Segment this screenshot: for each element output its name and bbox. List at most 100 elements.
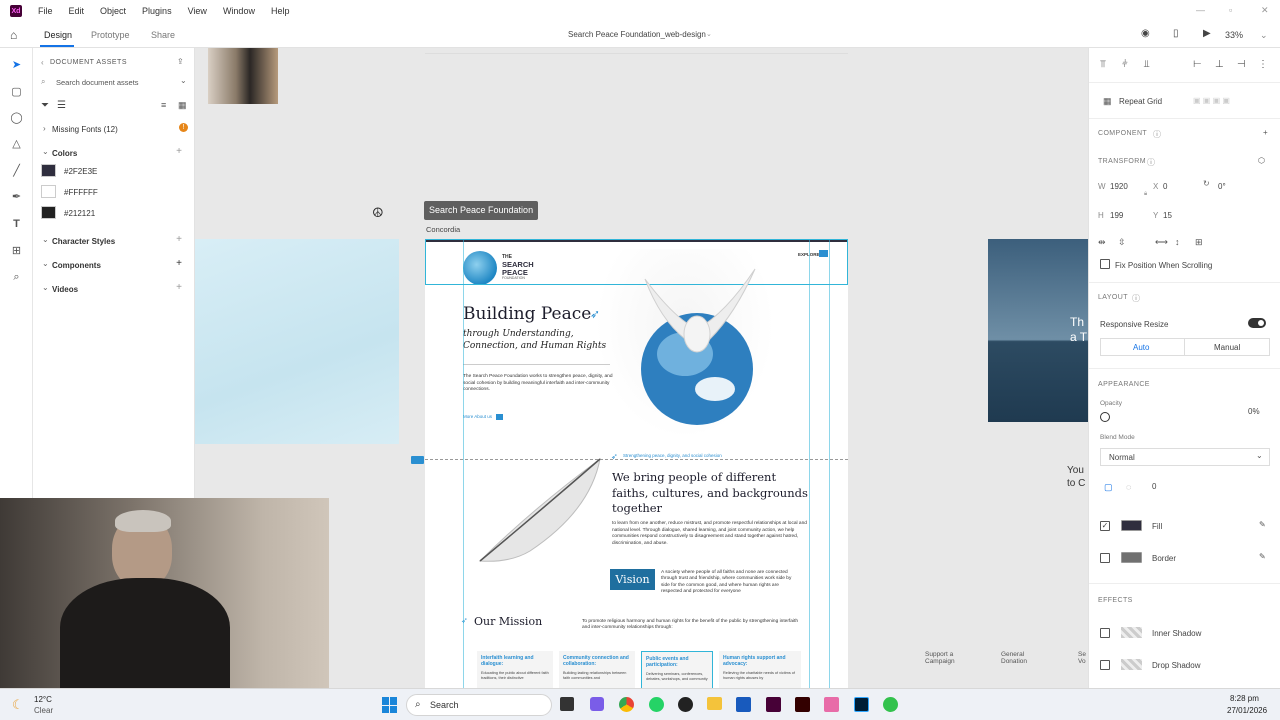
corner-radius-field[interactable]: 0: [1152, 482, 1156, 491]
align-right-icon[interactable]: ⊣: [1237, 59, 1246, 70]
repeat-grid-icon[interactable]: ▦: [1103, 96, 1112, 107]
menu-edit[interactable]: Edit: [69, 6, 85, 16]
arrow-right-icon[interactable]: [496, 414, 503, 420]
inner-shadow-checkbox[interactable]: [1100, 628, 1110, 638]
xd-icon[interactable]: [766, 697, 781, 712]
teams-icon[interactable]: [590, 697, 604, 711]
web-design-artboard[interactable]: THE SEARCH PEACE FOUNDATION EXPLORE Buil…: [425, 239, 848, 688]
file-explorer-icon[interactable]: [707, 697, 722, 710]
filter-icon[interactable]: ⏷: [41, 100, 49, 111]
polygon-tool-icon[interactable]: △: [10, 138, 23, 151]
info-icon[interactable]: ⓘ: [1132, 293, 1140, 304]
user-icon[interactable]: ◉: [1141, 28, 1150, 39]
artboard-thumbnail-image[interactable]: [208, 48, 278, 104]
character-styles-header[interactable]: Character Styles: [52, 237, 115, 246]
menu-object[interactable]: Object: [100, 6, 126, 16]
tab-design[interactable]: Design: [44, 30, 72, 40]
windows-start-icon[interactable]: [382, 697, 398, 713]
opacity-slider-handle[interactable]: [1100, 412, 1110, 422]
corner-radius-icon[interactable]: ▢: [1104, 482, 1113, 493]
zoom-tool-icon[interactable]: ⌕: [10, 271, 23, 284]
photoshop-icon[interactable]: [854, 697, 869, 712]
chevron-down-icon[interactable]: ⌄: [180, 76, 187, 85]
add-component-icon[interactable]: +: [1263, 128, 1268, 137]
sort-icon[interactable]: ☰: [57, 100, 66, 111]
stretch-vertical-icon[interactable]: ↕: [1175, 237, 1180, 247]
rotation-field[interactable]: 0°: [1218, 182, 1226, 191]
mission-card[interactable]: Community connection and collaboration: …: [559, 651, 635, 688]
line-tool-icon[interactable]: ╱: [10, 165, 23, 178]
tab-prototype[interactable]: Prototype: [91, 30, 130, 40]
flip-vertical-icon[interactable]: ⇳: [1118, 237, 1126, 248]
chevron-right-icon[interactable]: ›: [43, 124, 46, 133]
minimize-icon[interactable]: —: [1196, 5, 1205, 15]
sky-artboard[interactable]: [195, 239, 399, 444]
chrome-icon[interactable]: [619, 697, 634, 712]
color-swatch[interactable]: [41, 164, 56, 177]
grid-view-icon[interactable]: ▦: [178, 100, 187, 111]
mission-card[interactable]: Human rights support and advocacy: Relie…: [719, 651, 801, 688]
menu-file[interactable]: File: [38, 6, 53, 16]
weather-icon[interactable]: ☾: [12, 697, 24, 713]
add-component-icon[interactable]: +: [176, 258, 182, 269]
color-swatch[interactable]: [41, 185, 56, 198]
color-swatch[interactable]: [41, 206, 56, 219]
app-icon[interactable]: [883, 697, 898, 712]
more-about-link[interactable]: More About us: [463, 414, 492, 419]
components-header[interactable]: Components: [52, 261, 101, 270]
add-video-icon[interactable]: +: [176, 282, 182, 293]
add-color-icon[interactable]: +: [176, 146, 182, 157]
clock-date[interactable]: 27/01/2026: [1227, 706, 1267, 715]
align-middle-icon[interactable]: ⫩: [1122, 59, 1128, 70]
tab-share[interactable]: Share: [151, 30, 175, 40]
inner-shadow-swatch[interactable]: [1121, 627, 1142, 638]
chevron-down-icon[interactable]: ⌄: [42, 259, 49, 268]
menu-view[interactable]: View: [188, 6, 207, 16]
component-icon[interactable]: ⬡: [1258, 156, 1265, 165]
document-title[interactable]: Search Peace Foundation_web-design: [568, 30, 706, 39]
stretch-horizontal-icon[interactable]: ⟷: [1155, 237, 1168, 248]
x-field[interactable]: 0: [1163, 182, 1167, 191]
width-field[interactable]: 1920: [1110, 182, 1128, 191]
taskbar-search-box[interactable]: ⌕ Search: [406, 694, 552, 716]
artboard-name-label[interactable]: Search Peace Foundation: [424, 201, 539, 220]
fill-checkbox[interactable]: ✓: [1100, 521, 1110, 531]
y-field[interactable]: 15: [1163, 211, 1172, 220]
missing-fonts-row[interactable]: Missing Fonts (12): [52, 125, 118, 134]
info-icon[interactable]: ⓘ: [1147, 157, 1155, 168]
clock-time[interactable]: 8:28 pm: [1230, 694, 1259, 703]
responsive-resize-toggle[interactable]: [1248, 318, 1266, 328]
zoom-level[interactable]: 33%: [1225, 30, 1243, 40]
asset-search-input[interactable]: Search document assets: [56, 78, 139, 87]
align-top-icon[interactable]: ⫪: [1100, 59, 1106, 70]
word-icon[interactable]: [736, 697, 751, 712]
add-character-style-icon[interactable]: +: [176, 234, 182, 245]
app-icon[interactable]: [678, 697, 693, 712]
ellipse-tool-icon[interactable]: ◯: [10, 112, 23, 125]
mobile-preview-icon[interactable]: ▯: [1173, 28, 1179, 39]
ocean-artboard[interactable]: Th a T: [988, 239, 1088, 422]
distribute-icon[interactable]: ⋮: [1258, 59, 1268, 70]
menu-window[interactable]: Window: [223, 6, 255, 16]
text-tool-icon[interactable]: T: [10, 218, 23, 231]
colors-section-header[interactable]: Colors: [52, 149, 77, 158]
repeat-grid-button[interactable]: Repeat Grid: [1119, 97, 1162, 106]
chevron-down-icon[interactable]: ⌄: [1260, 30, 1268, 41]
select-tool-icon[interactable]: ➤: [10, 59, 23, 72]
illustrator-icon[interactable]: [795, 697, 810, 712]
eyedropper-icon[interactable]: ✎: [1259, 552, 1266, 561]
chevron-down-icon[interactable]: ⌄: [42, 235, 49, 244]
chevron-down-icon[interactable]: ⌄: [706, 30, 712, 38]
maximize-icon[interactable]: ▫: [1229, 5, 1232, 15]
opacity-value[interactable]: 0%: [1248, 407, 1260, 416]
home-icon[interactable]: ⌂: [10, 28, 17, 42]
export-icon[interactable]: ⇪: [177, 57, 184, 66]
align-center-icon[interactable]: ⊥: [1215, 59, 1224, 70]
artboard-tool-icon[interactable]: ⊞: [10, 245, 23, 258]
per-corner-radius-icon[interactable]: ◌: [1126, 482, 1131, 492]
border-color-swatch[interactable]: [1121, 552, 1142, 563]
menu-help[interactable]: Help: [271, 6, 290, 16]
drop-shadow-swatch[interactable]: [1121, 659, 1142, 670]
fill-color-swatch[interactable]: [1121, 520, 1142, 531]
close-icon[interactable]: ✕: [1261, 5, 1269, 16]
